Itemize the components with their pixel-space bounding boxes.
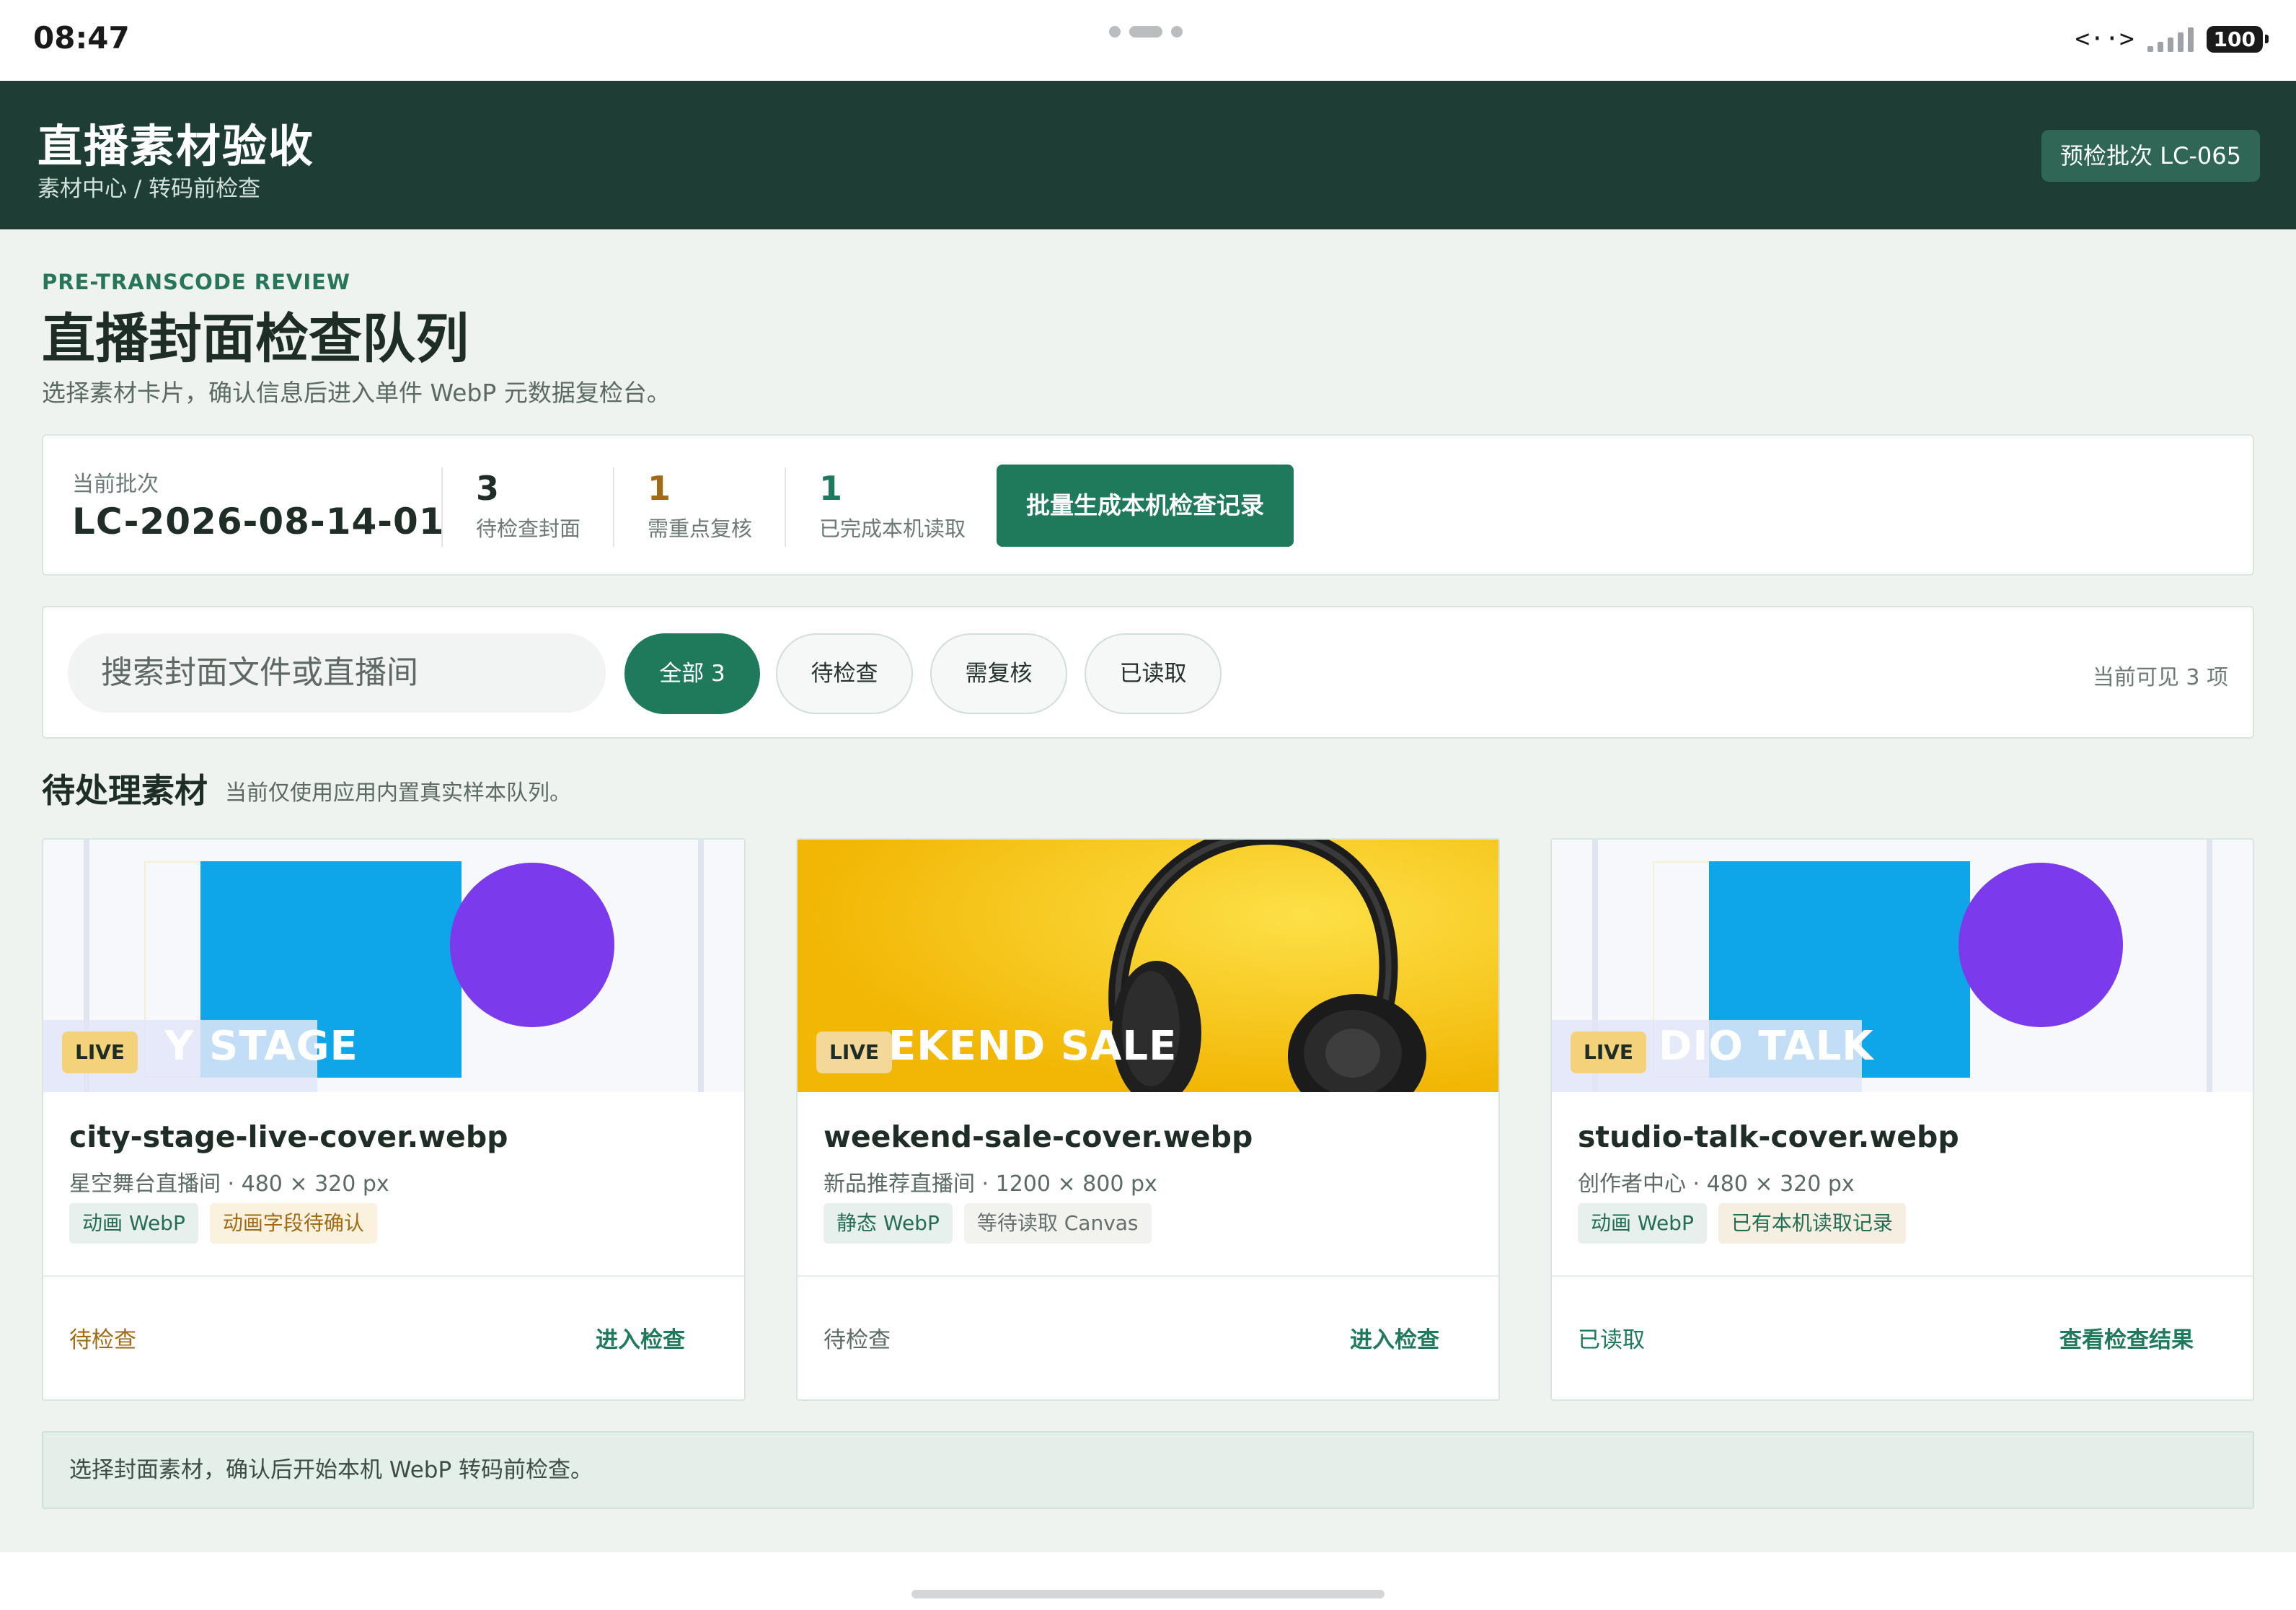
status-time: 08:47 xyxy=(33,20,130,56)
live-badge: LIVE xyxy=(816,1031,893,1073)
stat-read-value: 1 xyxy=(819,469,843,508)
format-tag: 动画 WebP xyxy=(1578,1203,1707,1244)
section-note: 当前仅使用应用内置真实样本队列。 xyxy=(225,780,571,806)
page-title: 直播封面检查队列 xyxy=(42,308,469,370)
card-meta: 星空舞台直播间 · 480 × 320 px xyxy=(69,1171,389,1197)
filter-chip-pending[interactable]: 待检查 xyxy=(776,633,913,714)
card-status: 待检查 xyxy=(69,1327,136,1353)
cover-thumbnail[interactable]: DIO TALK LIVE xyxy=(1552,840,2253,1092)
stat-pending-label: 待检查封面 xyxy=(476,516,581,541)
state-tag: 等待读取 Canvas xyxy=(963,1203,1152,1244)
card-tags: 静态 WebP 等待读取 Canvas xyxy=(824,1203,1152,1244)
live-badge: LIVE xyxy=(62,1031,138,1073)
card-footer: 已读取 查看检查结果 xyxy=(1552,1275,2253,1399)
card-meta: 创作者中心 · 480 × 320 px xyxy=(1578,1171,1855,1197)
network-icon: <··> xyxy=(2075,25,2134,53)
card-meta: 新品推荐直播间 · 1200 × 800 px xyxy=(824,1171,1157,1197)
card-tags: 动画 WebP 已有本机读取记录 xyxy=(1578,1203,1906,1244)
batch-generate-records-button[interactable]: 批量生成本机检查记录 xyxy=(997,465,1294,547)
asset-card[interactable]: EKEND SALE LIVE weekend-sale-cover.webp … xyxy=(796,838,1500,1401)
view-result-link[interactable]: 查看检查结果 xyxy=(2059,1321,2194,1354)
battery-icon: 100 xyxy=(2206,25,2269,53)
state-tag: 动画字段待确认 xyxy=(209,1203,377,1244)
asset-card[interactable]: DIO TALK LIVE studio-talk-cover.webp 创作者… xyxy=(1550,838,2254,1401)
enter-inspection-link[interactable]: 进入检查 xyxy=(596,1321,685,1354)
app-title: 直播素材验收 xyxy=(37,120,315,172)
state-tag: 已有本机读取记录 xyxy=(1718,1203,1906,1244)
cover-overlay-text: Y STAGE xyxy=(164,1023,358,1070)
app-header: 直播素材验收 素材中心 / 转码前检查 预检批次 LC-065 xyxy=(0,81,2296,229)
format-tag: 静态 WebP xyxy=(824,1203,953,1244)
cellular-signal-icon xyxy=(2147,26,2194,52)
card-filename: studio-talk-cover.webp xyxy=(1578,1119,1959,1154)
card-status: 待检查 xyxy=(824,1327,891,1353)
cover-thumbnail[interactable]: EKEND SALE LIVE xyxy=(798,840,1498,1092)
batch-summary-card: 当前批次 LC-2026-08-14-01 3 待检查封面 1 需重点复核 1 … xyxy=(42,434,2254,576)
stat-pending: 3 待检查封面 xyxy=(441,467,580,547)
cover-circle-shape xyxy=(1959,863,2123,1027)
multitasking-dots-icon[interactable] xyxy=(1109,26,1183,38)
status-bar: 08:47 <··> 100 xyxy=(0,0,2296,81)
format-tag: 动画 WebP xyxy=(69,1203,198,1244)
card-filename: weekend-sale-cover.webp xyxy=(824,1119,1253,1154)
status-notice: 选择封面素材，确认后开始本机 WebP 转码前检查。 xyxy=(42,1431,2254,1509)
status-icons: <··> 100 xyxy=(2075,25,2269,53)
batch-label: 当前批次 xyxy=(72,472,159,497)
stat-read: 1 已完成本机读取 xyxy=(785,467,966,547)
filter-chip-all[interactable]: 全部 3 xyxy=(624,633,760,714)
search-input[interactable]: 搜索封面文件或直播间 xyxy=(68,633,606,713)
filter-chip-read[interactable]: 已读取 xyxy=(1085,633,1222,714)
filter-chip-review[interactable]: 需复核 xyxy=(930,633,1067,714)
stat-pending-value: 3 xyxy=(476,469,500,508)
home-area xyxy=(0,1552,2296,1610)
card-status: 已读取 xyxy=(1578,1327,1645,1353)
eyebrow-label: PRE-TRANSCODE REVIEW xyxy=(42,270,350,294)
filter-bar: 搜索封面文件或直播间 全部 3 待检查 需复核 已读取 当前可见 3 项 xyxy=(42,606,2254,739)
home-indicator[interactable] xyxy=(911,1590,1385,1598)
asset-card[interactable]: Y STAGE LIVE city-stage-live-cover.webp … xyxy=(42,838,746,1401)
visible-count: 当前可见 3 项 xyxy=(2092,665,2228,690)
section-title: 待处理素材 xyxy=(42,771,208,810)
card-footer: 待检查 进入检查 xyxy=(798,1275,1498,1399)
cover-circle-shape xyxy=(450,863,614,1027)
card-footer: 待检查 进入检查 xyxy=(43,1275,744,1399)
stat-read-label: 已完成本机读取 xyxy=(819,516,966,541)
cover-overlay-text: DIO TALK xyxy=(1659,1023,1874,1070)
card-tags: 动画 WebP 动画字段待确认 xyxy=(69,1203,377,1244)
batch-pill-button[interactable]: 预检批次 LC-065 xyxy=(2041,130,2260,182)
enter-inspection-link[interactable]: 进入检查 xyxy=(1350,1321,1439,1354)
main-content: PRE-TRANSCODE REVIEW 直播封面检查队列 选择素材卡片，确认信… xyxy=(0,229,2296,1552)
batch-value: LC-2026-08-14-01 xyxy=(72,501,445,542)
cover-overlay-text: EKEND SALE xyxy=(888,1023,1178,1070)
page-subtitle: 选择素材卡片，确认信息后进入单件 WebP 元数据复检台。 xyxy=(42,379,671,407)
stat-review-value: 1 xyxy=(648,469,671,508)
stat-review-label: 需重点复核 xyxy=(648,516,753,541)
stat-review: 1 需重点复核 xyxy=(613,467,752,547)
cover-thumbnail[interactable]: Y STAGE LIVE xyxy=(43,840,744,1092)
breadcrumb[interactable]: 素材中心 / 转码前检查 xyxy=(37,170,260,203)
card-filename: city-stage-live-cover.webp xyxy=(69,1119,508,1154)
live-badge: LIVE xyxy=(1571,1031,1647,1073)
